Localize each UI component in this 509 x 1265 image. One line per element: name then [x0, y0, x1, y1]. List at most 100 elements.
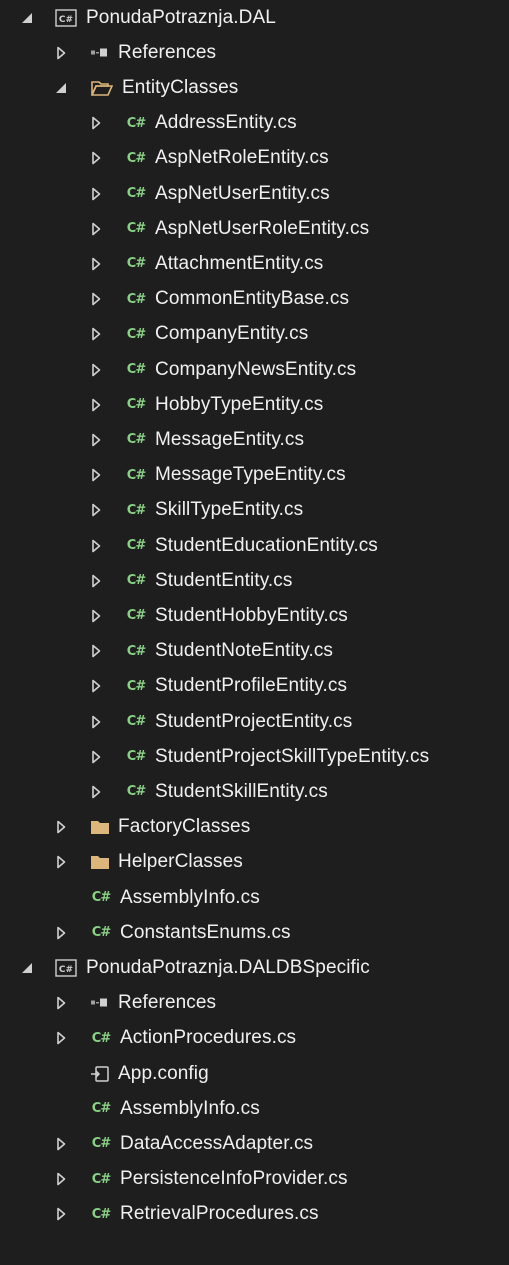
csharp-file-icon: C#	[125, 712, 147, 732]
svg-text:C#: C#	[59, 965, 73, 975]
collapsed-arrow-icon[interactable]	[54, 45, 68, 61]
expanded-arrow-icon[interactable]	[20, 960, 34, 976]
cs-file-node[interactable]: C# StudentSkillEntity.cs	[0, 774, 509, 809]
collapsed-arrow-icon[interactable]	[89, 714, 103, 730]
csharp-file-icon: C#	[125, 606, 147, 626]
csharp-file-icon-text: C#	[126, 643, 146, 659]
csharp-file-icon: C#	[125, 571, 147, 591]
cs-file-node[interactable]: C# MessageEntity.cs	[0, 422, 509, 457]
csharp-file-icon: C#	[90, 1028, 112, 1048]
csharp-file-icon: C#	[90, 1099, 112, 1119]
csharp-file-icon-text: C#	[91, 1030, 111, 1046]
csharp-file-icon: C#	[125, 360, 147, 380]
cs-file-node[interactable]: C# MessageTypeEntity.cs	[0, 458, 509, 493]
cs-file-node[interactable]: C# AddressEntity.cs	[0, 106, 509, 141]
collapsed-arrow-icon[interactable]	[89, 362, 103, 378]
cs-file-node[interactable]: C# AssemblyInfo.cs	[0, 1091, 509, 1126]
csharp-file-icon-text: C#	[126, 150, 146, 166]
collapsed-arrow-icon[interactable]	[89, 115, 103, 131]
tree-item-label: StudentNoteEntity.cs	[155, 640, 334, 662]
collapsed-arrow-icon[interactable]	[54, 854, 68, 870]
cs-file-node[interactable]: C# SkillTypeEntity.cs	[0, 493, 509, 528]
cs-file-node[interactable]: C# AttachmentEntity.cs	[0, 246, 509, 281]
cs-file-node[interactable]: C# StudentProjectSkillTypeEntity.cs	[0, 739, 509, 774]
folder-node[interactable]: EntityClasses	[0, 70, 509, 105]
collapsed-arrow-icon[interactable]	[89, 643, 103, 659]
cs-file-node[interactable]: C# StudentProfileEntity.cs	[0, 669, 509, 704]
folder-node[interactable]: FactoryClasses	[0, 810, 509, 845]
cs-file-node[interactable]: C# CompanyEntity.cs	[0, 317, 509, 352]
collapsed-arrow-icon[interactable]	[89, 749, 103, 765]
collapsed-arrow-icon[interactable]	[54, 1171, 68, 1187]
tree-item-label: FactoryClasses	[118, 816, 251, 838]
cs-file-node[interactable]: C# AspNetUserEntity.cs	[0, 176, 509, 211]
cs-file-node[interactable]: C# ActionProcedures.cs	[0, 1021, 509, 1056]
collapsed-arrow-icon[interactable]	[89, 608, 103, 624]
csharp-file-icon: C#	[125, 148, 147, 168]
csharp-file-icon: C#	[90, 1134, 112, 1154]
cs-file-node[interactable]: C# AspNetRoleEntity.cs	[0, 141, 509, 176]
cs-file-node[interactable]: C# DataAccessAdapter.cs	[0, 1126, 509, 1161]
collapsed-arrow-icon[interactable]	[54, 819, 68, 835]
project-node[interactable]: C# PonudaPotraznja.DAL	[0, 0, 509, 35]
csharp-file-icon: C#	[125, 782, 147, 802]
csharp-file-icon: C#	[125, 324, 147, 344]
cs-file-node[interactable]: C# StudentProjectEntity.cs	[0, 704, 509, 739]
collapsed-arrow-icon[interactable]	[54, 1030, 68, 1046]
collapsed-arrow-icon[interactable]	[89, 784, 103, 800]
collapsed-arrow-icon[interactable]	[89, 432, 103, 448]
tree-item-label: ActionProcedures.cs	[120, 1027, 297, 1049]
tree-item-label: References	[118, 41, 217, 63]
tree-item-label: StudentEducationEntity.cs	[155, 534, 378, 556]
cs-file-node[interactable]: C# CommonEntityBase.cs	[0, 282, 509, 317]
tree-item-label: RetrievalProcedures.cs	[120, 1203, 319, 1225]
cs-file-node[interactable]: C# RetrievalProcedures.cs	[0, 1197, 509, 1232]
collapsed-arrow-icon[interactable]	[89, 573, 103, 589]
folder-icon	[90, 817, 110, 837]
expanded-arrow-icon[interactable]	[20, 10, 34, 26]
collapsed-arrow-icon[interactable]	[89, 150, 103, 166]
config-file-node[interactable]: App.config	[0, 1056, 509, 1091]
collapsed-arrow-icon[interactable]	[89, 256, 103, 272]
collapsed-arrow-icon[interactable]	[89, 397, 103, 413]
project-node[interactable]: C# PonudaPotraznja.DALDBSpecific	[0, 950, 509, 985]
expanded-arrow-icon[interactable]	[54, 80, 68, 96]
collapsed-arrow-icon[interactable]	[89, 186, 103, 202]
references-node[interactable]: References	[0, 986, 509, 1021]
tree-item-label: StudentProfileEntity.cs	[155, 675, 348, 697]
cs-file-node[interactable]: C# AspNetUserRoleEntity.cs	[0, 211, 509, 246]
cs-file-node[interactable]: C# StudentEducationEntity.cs	[0, 528, 509, 563]
collapsed-arrow-icon[interactable]	[89, 221, 103, 237]
collapsed-arrow-icon[interactable]	[54, 1206, 68, 1222]
collapsed-arrow-icon[interactable]	[89, 538, 103, 554]
csharp-file-icon: C#	[125, 641, 147, 661]
collapsed-arrow-icon[interactable]	[54, 1136, 68, 1152]
csharp-file-icon: C#	[125, 536, 147, 556]
collapsed-arrow-icon[interactable]	[54, 925, 68, 941]
tree-item-label: AspNetUserEntity.cs	[155, 182, 330, 204]
cs-file-node[interactable]: C# StudentEntity.cs	[0, 563, 509, 598]
cs-file-node[interactable]: C# AssemblyInfo.cs	[0, 880, 509, 915]
cs-file-node[interactable]: C# CompanyNewsEntity.cs	[0, 352, 509, 387]
collapsed-arrow-icon[interactable]	[89, 326, 103, 342]
collapsed-arrow-icon[interactable]	[89, 467, 103, 483]
references-node[interactable]: References	[0, 35, 509, 70]
tree-item-label: PonudaPotraznja.DAL	[86, 6, 276, 28]
folder-node[interactable]: HelperClasses	[0, 845, 509, 880]
cs-file-node[interactable]: C# ConstantsEnums.cs	[0, 915, 509, 950]
cs-file-node[interactable]: C# StudentHobbyEntity.cs	[0, 598, 509, 633]
collapsed-arrow-icon[interactable]	[89, 291, 103, 307]
cs-file-node[interactable]: C# HobbyTypeEntity.cs	[0, 387, 509, 422]
csharp-file-icon: C#	[125, 430, 147, 450]
csharp-file-icon: C#	[125, 184, 147, 204]
tree-item-label: HobbyTypeEntity.cs	[155, 393, 324, 415]
collapsed-arrow-icon[interactable]	[89, 502, 103, 518]
collapsed-arrow-icon[interactable]	[54, 995, 68, 1011]
cs-file-node[interactable]: C# PersistenceInfoProvider.cs	[0, 1162, 509, 1197]
cs-file-node[interactable]: C# StudentNoteEntity.cs	[0, 634, 509, 669]
csharp-file-icon: C#	[125, 465, 147, 485]
collapsed-arrow-icon[interactable]	[89, 678, 103, 694]
csharp-file-icon: C#	[125, 113, 147, 133]
csharp-file-icon: C#	[125, 219, 147, 239]
